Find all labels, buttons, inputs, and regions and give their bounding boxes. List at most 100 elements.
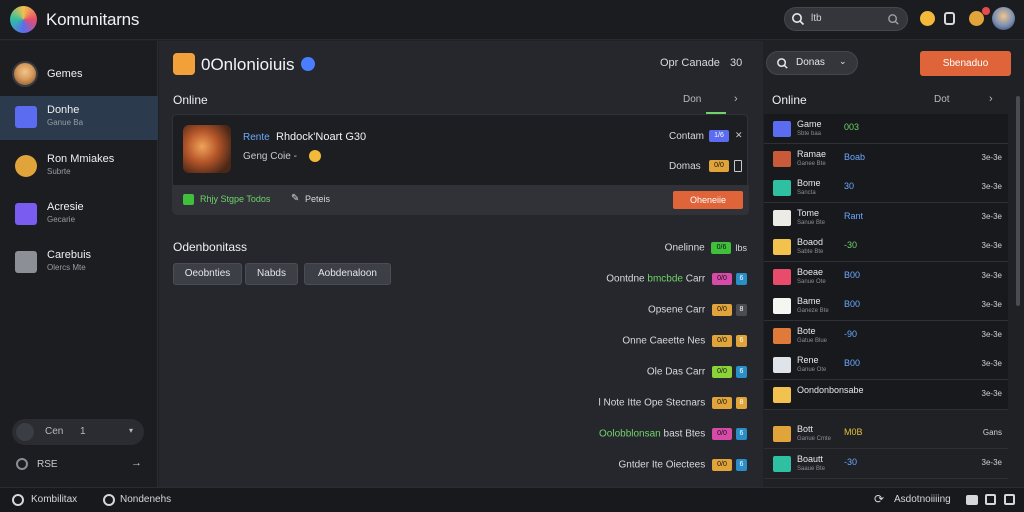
friend-row[interactable]: Oondonbonsabe 3e-3e xyxy=(764,379,1008,410)
status-pill[interactable]: Cen 1 ▾ xyxy=(12,419,144,445)
right-panel: Donas ⌄ Sbenaduo Online Dot › Game Sbte b… xyxy=(764,41,1024,487)
search-submit-icon[interactable] xyxy=(887,13,900,26)
bottom-link[interactable]: Kombilitax xyxy=(31,494,77,505)
online-more-link[interactable]: Don xyxy=(683,94,701,105)
feature-label: l Note Itte Ope Stecnars xyxy=(598,397,706,409)
user-avatar[interactable] xyxy=(992,7,1015,30)
sidebar-item-donhe[interactable]: Donhe Ganue Ba xyxy=(0,96,158,140)
feature-row[interactable]: Ole Das Carr 0/0 6 xyxy=(647,366,747,378)
feature-row[interactable]: Oolobblonsan bast Btes 0/0 6 xyxy=(599,428,747,440)
grid-icon[interactable] xyxy=(1004,494,1015,505)
friend-row[interactable]: Rene Ganue Ote B00 3e-3e xyxy=(764,350,1008,380)
arrow-right-icon[interactable]: → xyxy=(131,457,142,469)
friend-row[interactable]: Ramae Ganee Bte Boab 3e-3e xyxy=(764,143,1008,174)
friend-name: Game xyxy=(797,119,822,129)
phone-icon[interactable] xyxy=(734,160,742,172)
friend-value: B00 xyxy=(844,269,861,280)
feature-badge: 0/0 xyxy=(712,366,732,378)
feature-row[interactable]: Gntder Ite Oiectees 0/0 6 xyxy=(619,459,747,471)
bottom-link[interactable]: Nondenehs xyxy=(120,494,171,505)
card-row-label: Contam xyxy=(669,131,705,142)
online-heading: Online xyxy=(173,93,208,107)
game-card[interactable]: Rente Rhdock'Noart G30 Geng Coie - Conta… xyxy=(172,114,749,215)
sidebar: Gemes Donhe Ganue Ba Ron Mmiakes Subrte … xyxy=(0,41,158,487)
settings-icon[interactable] xyxy=(16,458,28,470)
status-pill-value: 1 xyxy=(80,426,86,437)
feature-row[interactable]: Onelinne 0/6 lbs xyxy=(665,242,747,254)
card-row-badge: 0/0 xyxy=(709,160,729,172)
friend-avatar xyxy=(773,180,791,196)
controller-icon[interactable] xyxy=(966,495,978,505)
app-title: Komunitarns xyxy=(46,10,140,29)
store-icon xyxy=(15,251,37,273)
card-row-badge: 1/6 xyxy=(709,130,729,142)
pencil-icon[interactable]: ✎ xyxy=(291,193,299,204)
refresh-icon[interactable]: ⟳ xyxy=(874,492,884,506)
sidebar-footer-label[interactable]: RSE xyxy=(37,459,58,470)
scrollbar[interactable] xyxy=(1016,96,1020,306)
status-pill-label: Cen xyxy=(45,426,64,437)
card-edit-link[interactable]: Peteis xyxy=(305,194,330,204)
checkbox-icon[interactable] xyxy=(183,194,194,205)
sidebar-item-mmiakes[interactable]: Ron Mmiakes Subrte xyxy=(0,145,158,189)
filter-button[interactable]: Nabds xyxy=(245,263,298,285)
feature-badge: 0/0 xyxy=(712,335,732,347)
friend-status: Sanue Bte xyxy=(797,219,826,226)
friend-status: Ganue Cmte xyxy=(797,436,832,442)
friend-row[interactable]: Bome Sancta 30 3e-3e xyxy=(764,173,1008,203)
friend-avatar xyxy=(773,327,791,344)
friend-value: B00 xyxy=(844,358,861,368)
close-icon[interactable]: ✕ xyxy=(735,130,743,141)
friend-value: 30 xyxy=(844,181,855,191)
friend-time: 3e-3e xyxy=(981,211,1002,221)
feature-count: 6 xyxy=(736,459,747,471)
friend-avatar xyxy=(773,386,791,403)
friend-row[interactable]: Bott Ganue Cmte M0B Gans xyxy=(764,419,1008,449)
friend-row[interactable]: Boeae Sanue Ote B00 3e-3e xyxy=(764,261,1008,292)
feature-row[interactable]: Opsene Carr 0/0 8 xyxy=(648,304,747,316)
sidebar-profile[interactable]: Gemes xyxy=(0,47,158,101)
friend-name: Bome xyxy=(797,178,821,188)
friend-avatar xyxy=(773,456,791,472)
feature-row[interactable]: Onne Caeette Nes 0/0 6 xyxy=(622,335,747,347)
community-icon[interactable] xyxy=(12,494,24,506)
right-more-link[interactable]: Dot xyxy=(934,94,950,105)
filter-button[interactable]: Aobdenaloon xyxy=(304,263,391,285)
feature-count: 6 xyxy=(736,366,747,378)
primary-button[interactable]: Sbenaduo xyxy=(920,51,1011,76)
feature-row[interactable]: Oontdne bmcbde Carr 0/0 6 xyxy=(606,273,747,285)
sidebar-item-acresie[interactable]: Acresie Gecarie xyxy=(0,193,158,237)
friend-row[interactable]: Game Sbte baa 003 xyxy=(764,114,1008,144)
window-icon[interactable] xyxy=(985,494,996,505)
card-action-button[interactable]: Oheneiie xyxy=(673,191,743,209)
friend-status: Ganeze Bte xyxy=(797,308,829,314)
chevron-right-icon[interactable]: › xyxy=(989,93,993,105)
friend-avatar xyxy=(773,121,791,137)
search-input[interactable]: ltb xyxy=(811,13,822,24)
sidebar-item-label: Donhe xyxy=(47,104,80,116)
feature-row[interactable]: l Note Itte Ope Stecnars 0/0 8 xyxy=(598,397,747,409)
sidebar-item-carebuis[interactable]: Carebuis Olercs Mte xyxy=(0,241,158,285)
feature-highlight: bmcbde xyxy=(647,273,683,285)
friend-row[interactable]: Bame Ganeze Bte B00 3e-3e xyxy=(764,291,1008,321)
chevron-right-icon[interactable]: › xyxy=(734,93,738,105)
friend-value: -30 xyxy=(844,457,858,467)
dropdown[interactable]: Donas ⌄ xyxy=(766,51,858,75)
friend-row[interactable]: Tome Sanue Bte Rant 3e-3e xyxy=(764,202,1008,233)
sidebar-item-label: Ron Mmiakes xyxy=(47,153,115,165)
filter-button[interactable]: Oeobnties xyxy=(173,263,242,285)
section-heading: Odenbonitass xyxy=(173,240,248,254)
feature-label: Opsene Carr xyxy=(647,304,706,316)
sort-value[interactable]: 30 xyxy=(730,57,742,69)
friend-row[interactable]: Bote Gatue Blue -90 3e-3e xyxy=(764,320,1008,351)
friend-row[interactable]: Boaod Sabte Bte -30 3e-3e xyxy=(764,232,1008,262)
card-footer-status: Rhjy Stgpe Todos xyxy=(200,194,271,204)
friend-row[interactable]: Boautt Saaue Bte -30 3e-3e xyxy=(764,449,1008,479)
bag-icon[interactable] xyxy=(944,12,955,25)
friend-avatar xyxy=(773,357,791,373)
search-box[interactable]: ltb xyxy=(784,7,908,31)
coin-icon[interactable] xyxy=(920,11,935,26)
chat-icon[interactable] xyxy=(103,494,115,506)
feature-count: 6 xyxy=(736,335,747,347)
friend-name: Ramae xyxy=(797,148,827,159)
